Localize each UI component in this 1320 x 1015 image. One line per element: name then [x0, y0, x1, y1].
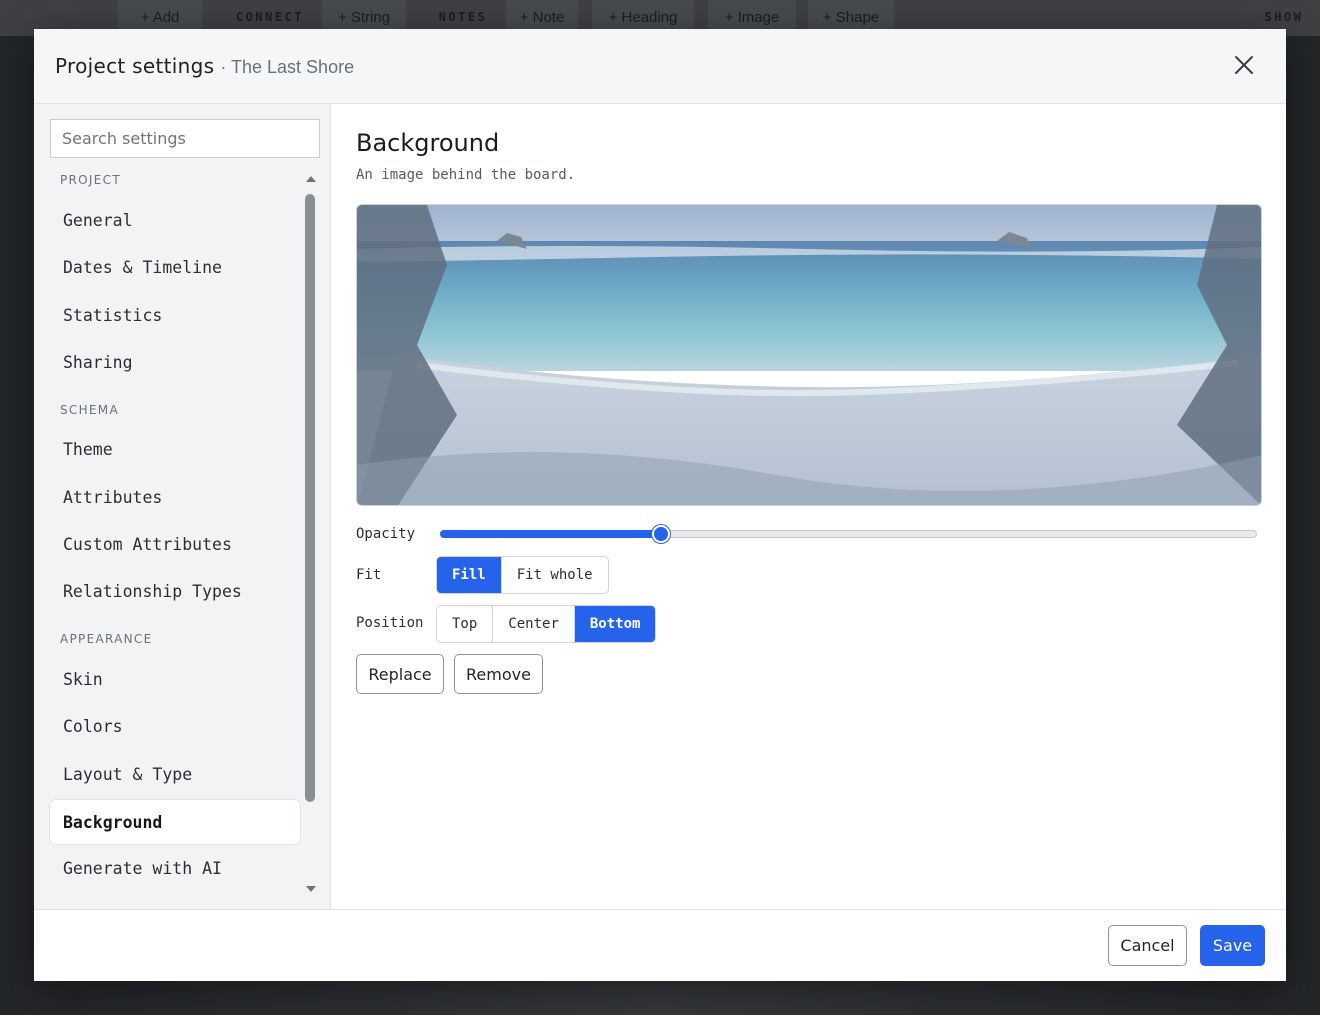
sidebar-item-attributes[interactable]: Attributes [50, 476, 300, 518]
close-icon[interactable] [1232, 53, 1256, 77]
slider-fill [440, 530, 661, 538]
sidebar-nav: PROJECT General Dates & Timeline Statist… [50, 170, 302, 900]
sidebar-item-dates-timeline[interactable]: Dates & Timeline [50, 246, 300, 288]
position-label: Position [356, 615, 424, 631]
section-label-schema: SCHEMA [60, 403, 119, 417]
fit-whole-option[interactable]: Fit whole [501, 557, 608, 593]
settings-sidebar: PROJECT General Dates & Timeline Statist… [34, 104, 331, 909]
scroll-up-arrow-icon[interactable] [306, 176, 316, 182]
scroll-down-arrow-icon[interactable] [306, 886, 316, 892]
background-settings-panel: Background An image behind the board. Op… [356, 104, 1262, 909]
beach-image [357, 205, 1261, 505]
opacity-slider[interactable] [440, 525, 1257, 543]
page-title: Background [356, 129, 500, 157]
cancel-button[interactable]: Cancel [1108, 925, 1187, 966]
section-label-appearance: APPEARANCE [60, 632, 153, 646]
sidebar-item-background[interactable]: Background [50, 800, 300, 844]
dialog-header: Project settings · The Last Shore [34, 29, 1286, 104]
page-description: An image behind the board. [356, 167, 576, 183]
position-bottom-option[interactable]: Bottom [574, 606, 656, 642]
remove-button[interactable]: Remove [454, 654, 543, 694]
slider-thumb[interactable] [651, 525, 670, 543]
fit-label: Fit [356, 567, 382, 583]
fit-fill-option[interactable]: Fill [437, 557, 502, 593]
sidebar-item-layout-type[interactable]: Layout & Type [50, 753, 300, 795]
sidebar-item-general[interactable]: General [50, 199, 300, 241]
dialog-title: Project settings [55, 54, 215, 78]
position-top-option[interactable]: Top [437, 606, 494, 642]
sidebar-item-skin[interactable]: Skin [50, 658, 300, 700]
search-input[interactable] [50, 119, 320, 158]
dialog-footer: Cancel Save [34, 909, 1286, 981]
position-center-option[interactable]: Center [493, 606, 575, 642]
sidebar-item-relationship-types[interactable]: Relationship Types [50, 570, 300, 612]
sidebar-item-sharing[interactable]: Sharing [50, 341, 300, 383]
fit-toggle-group: Fill Fit whole [436, 556, 609, 594]
sidebar-item-theme[interactable]: Theme [50, 428, 300, 470]
sidebar-item-generate-with-ai[interactable]: Generate with AI [50, 847, 300, 889]
sidebar-scrollbar[interactable] [303, 170, 317, 896]
opacity-label: Opacity [356, 526, 416, 542]
sidebar-item-colors[interactable]: Colors [50, 705, 300, 747]
sidebar-item-custom-attributes[interactable]: Custom Attributes [50, 523, 300, 565]
position-toggle-group: Top Center Bottom [436, 605, 657, 643]
replace-button[interactable]: Replace [356, 654, 444, 694]
sidebar-item-statistics[interactable]: Statistics [50, 294, 300, 336]
dialog-subtitle: · The Last Shore [220, 57, 355, 77]
save-button[interactable]: Save [1200, 925, 1265, 966]
background-image-preview [356, 204, 1262, 506]
section-label-project: PROJECT [60, 173, 121, 187]
scroll-thumb[interactable] [305, 194, 315, 802]
project-settings-dialog: Project settings · The Last Shore PROJEC… [34, 29, 1286, 981]
